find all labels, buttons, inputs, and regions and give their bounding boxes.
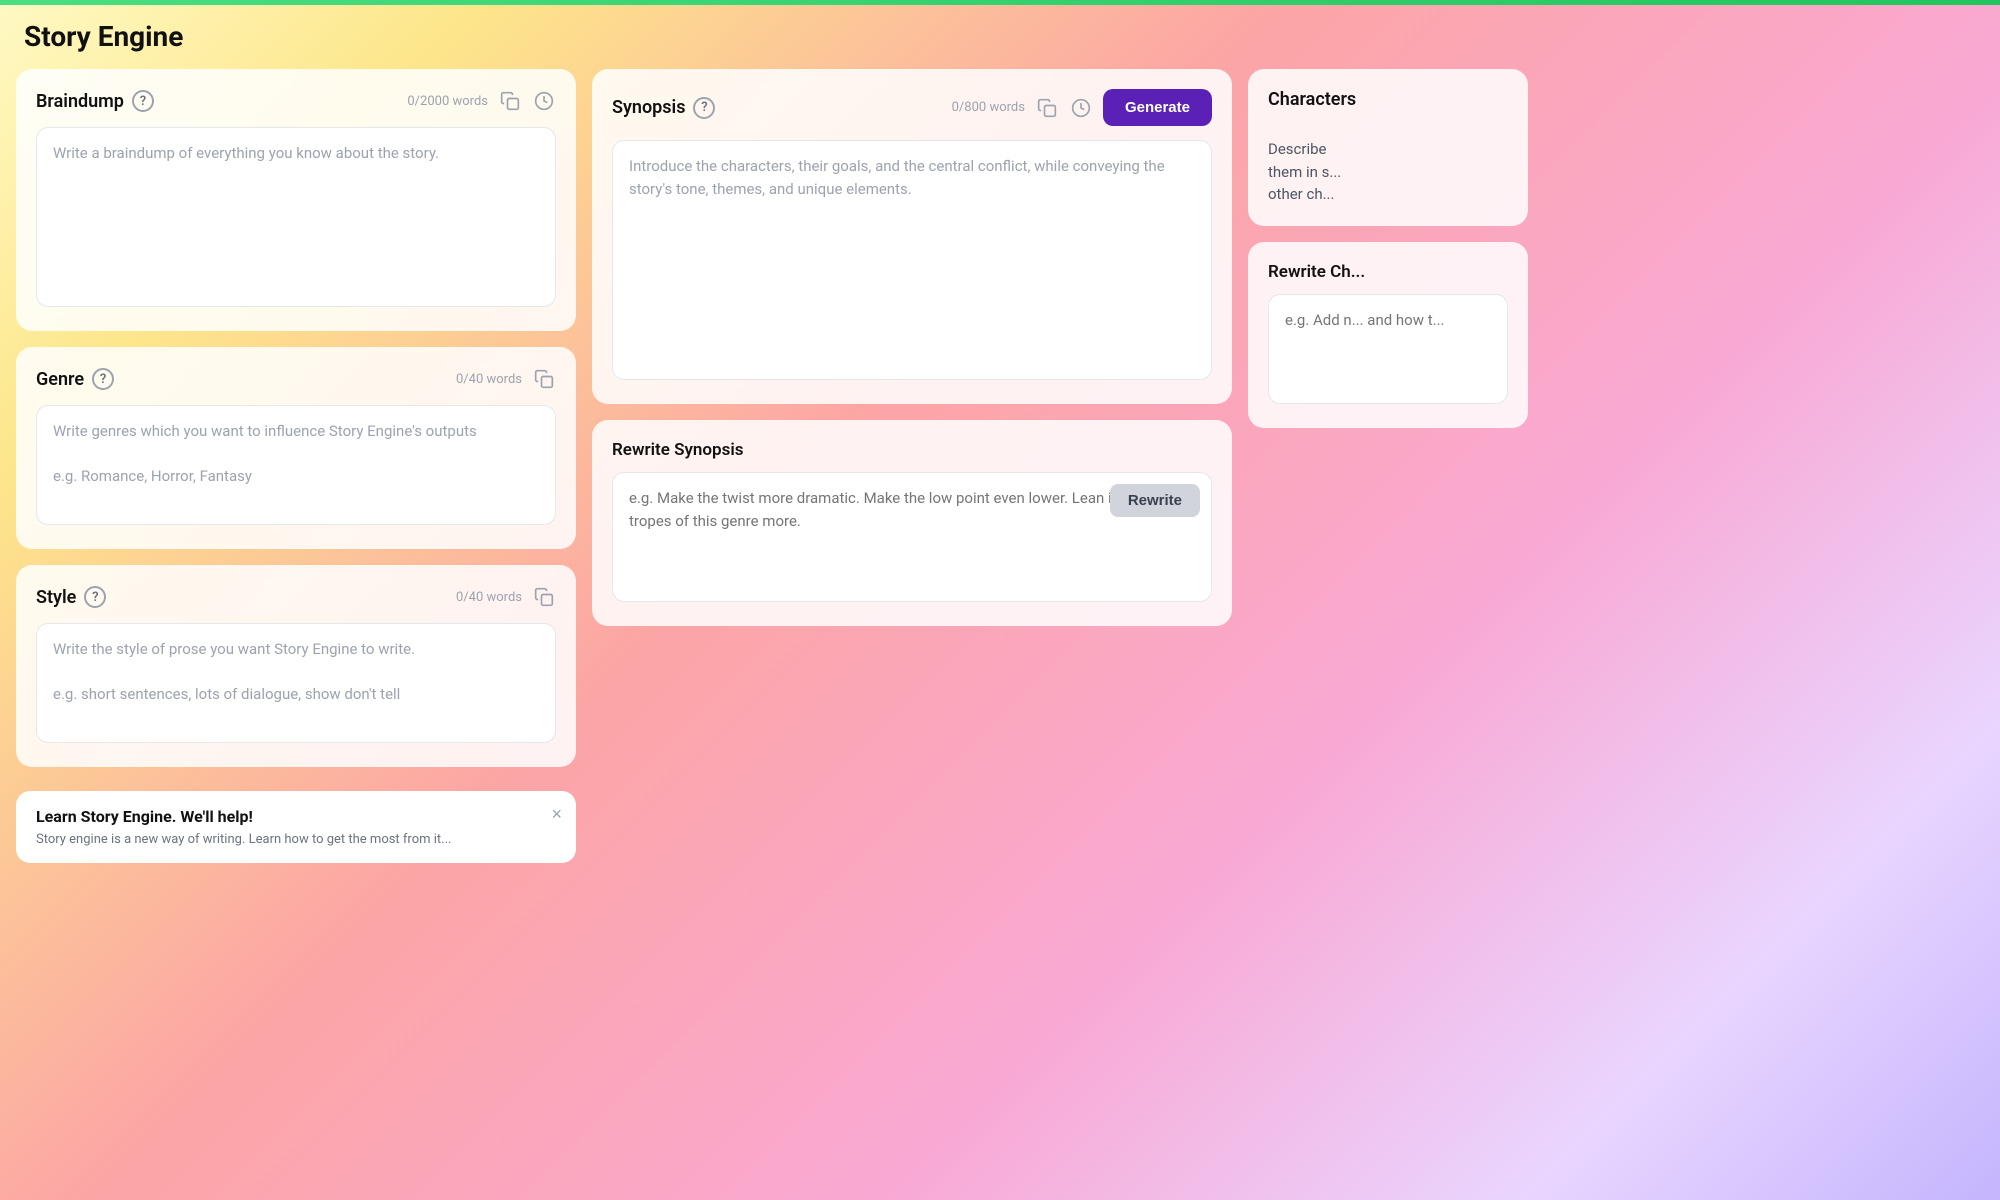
copy-icon <box>500 91 520 111</box>
genre-card: Genre ? 0/40 words <box>16 347 576 549</box>
rewrite-synopsis-button[interactable]: Rewrite <box>1110 484 1200 517</box>
synopsis-header: Synopsis ? 0/800 words <box>612 89 1212 126</box>
middle-column: Synopsis ? 0/800 words <box>592 69 1232 626</box>
history-icon <box>534 91 554 111</box>
style-card: Style ? 0/40 words <box>16 565 576 767</box>
braindump-meta: 0/2000 words <box>407 89 556 113</box>
history-icon <box>1071 98 1091 118</box>
style-textarea[interactable] <box>36 623 556 743</box>
rewrite-synopsis-title: Rewrite Synopsis <box>612 440 1212 460</box>
copy-icon <box>1037 98 1057 118</box>
genre-textarea[interactable] <box>36 405 556 525</box>
characters-title-group: Characters <box>1268 89 1356 124</box>
notification-title: Learn Story Engine. We'll help! <box>36 807 556 826</box>
braindump-history-button[interactable] <box>532 89 556 113</box>
rewrite-characters-box <box>1268 294 1508 408</box>
genre-title-group: Genre ? <box>36 368 114 390</box>
notification-close-button[interactable]: × <box>551 805 562 823</box>
synopsis-word-count: 0/800 words <box>952 100 1025 115</box>
app-title: Story Engine <box>24 20 1976 53</box>
synopsis-help-icon[interactable]: ? <box>693 97 715 119</box>
characters-card: Characters Describethem in s...other ch.… <box>1248 69 1528 226</box>
rewrite-synopsis-box: Rewrite <box>612 472 1212 606</box>
braindump-card: Braindump ? 0/2000 words <box>16 69 576 331</box>
style-copy-button[interactable] <box>532 585 556 609</box>
synopsis-history-button[interactable] <box>1069 96 1093 120</box>
style-meta: 0/40 words <box>456 585 556 609</box>
style-word-count: 0/40 words <box>456 590 522 605</box>
generate-button[interactable]: Generate <box>1103 89 1212 126</box>
genre-word-count: 0/40 words <box>456 372 522 387</box>
braindump-header: Braindump ? 0/2000 words <box>36 89 556 113</box>
right-column: Characters Describethem in s...other ch.… <box>1248 69 1528 428</box>
characters-title: Characters <box>1268 89 1356 110</box>
genre-header: Genre ? 0/40 words <box>36 367 556 391</box>
synopsis-meta: 0/800 words Generate <box>952 89 1212 126</box>
genre-title: Genre <box>36 369 84 390</box>
characters-header: Characters <box>1268 89 1508 124</box>
synopsis-title: Synopsis <box>612 97 685 118</box>
style-header: Style ? 0/40 words <box>36 585 556 609</box>
style-title-group: Style ? <box>36 586 106 608</box>
characters-partial-text: Describethem in s...other ch... <box>1268 138 1508 206</box>
braindump-help-icon[interactable]: ? <box>132 90 154 112</box>
braindump-title: Braindump <box>36 91 124 112</box>
synopsis-textarea[interactable] <box>612 140 1212 380</box>
braindump-copy-button[interactable] <box>498 89 522 113</box>
synopsis-copy-button[interactable] <box>1035 96 1059 120</box>
genre-copy-button[interactable] <box>532 367 556 391</box>
synopsis-card: Synopsis ? 0/800 words <box>592 69 1232 404</box>
rewrite-characters-card: Rewrite Ch... <box>1248 242 1528 428</box>
main-layout: Braindump ? 0/2000 words <box>0 69 2000 879</box>
style-title: Style <box>36 587 76 608</box>
notification-banner: Learn Story Engine. We'll help! Story en… <box>16 791 576 863</box>
braindump-title-group: Braindump ? <box>36 90 154 112</box>
copy-icon <box>534 587 554 607</box>
rewrite-characters-title: Rewrite Ch... <box>1268 262 1508 282</box>
top-bar <box>0 0 2000 5</box>
braindump-textarea[interactable] <box>36 127 556 307</box>
notification-text: Story engine is a new way of writing. Le… <box>36 832 556 847</box>
copy-icon <box>534 369 554 389</box>
synopsis-title-group: Synopsis ? <box>612 97 715 119</box>
braindump-word-count: 0/2000 words <box>407 94 488 109</box>
app-header: Story Engine <box>0 0 2000 69</box>
genre-help-icon[interactable]: ? <box>92 368 114 390</box>
left-column: Braindump ? 0/2000 words <box>16 69 576 863</box>
rewrite-synopsis-card: Rewrite Synopsis Rewrite <box>592 420 1232 626</box>
genre-meta: 0/40 words <box>456 367 556 391</box>
style-help-icon[interactable]: ? <box>84 586 106 608</box>
rewrite-characters-textarea[interactable] <box>1268 294 1508 404</box>
